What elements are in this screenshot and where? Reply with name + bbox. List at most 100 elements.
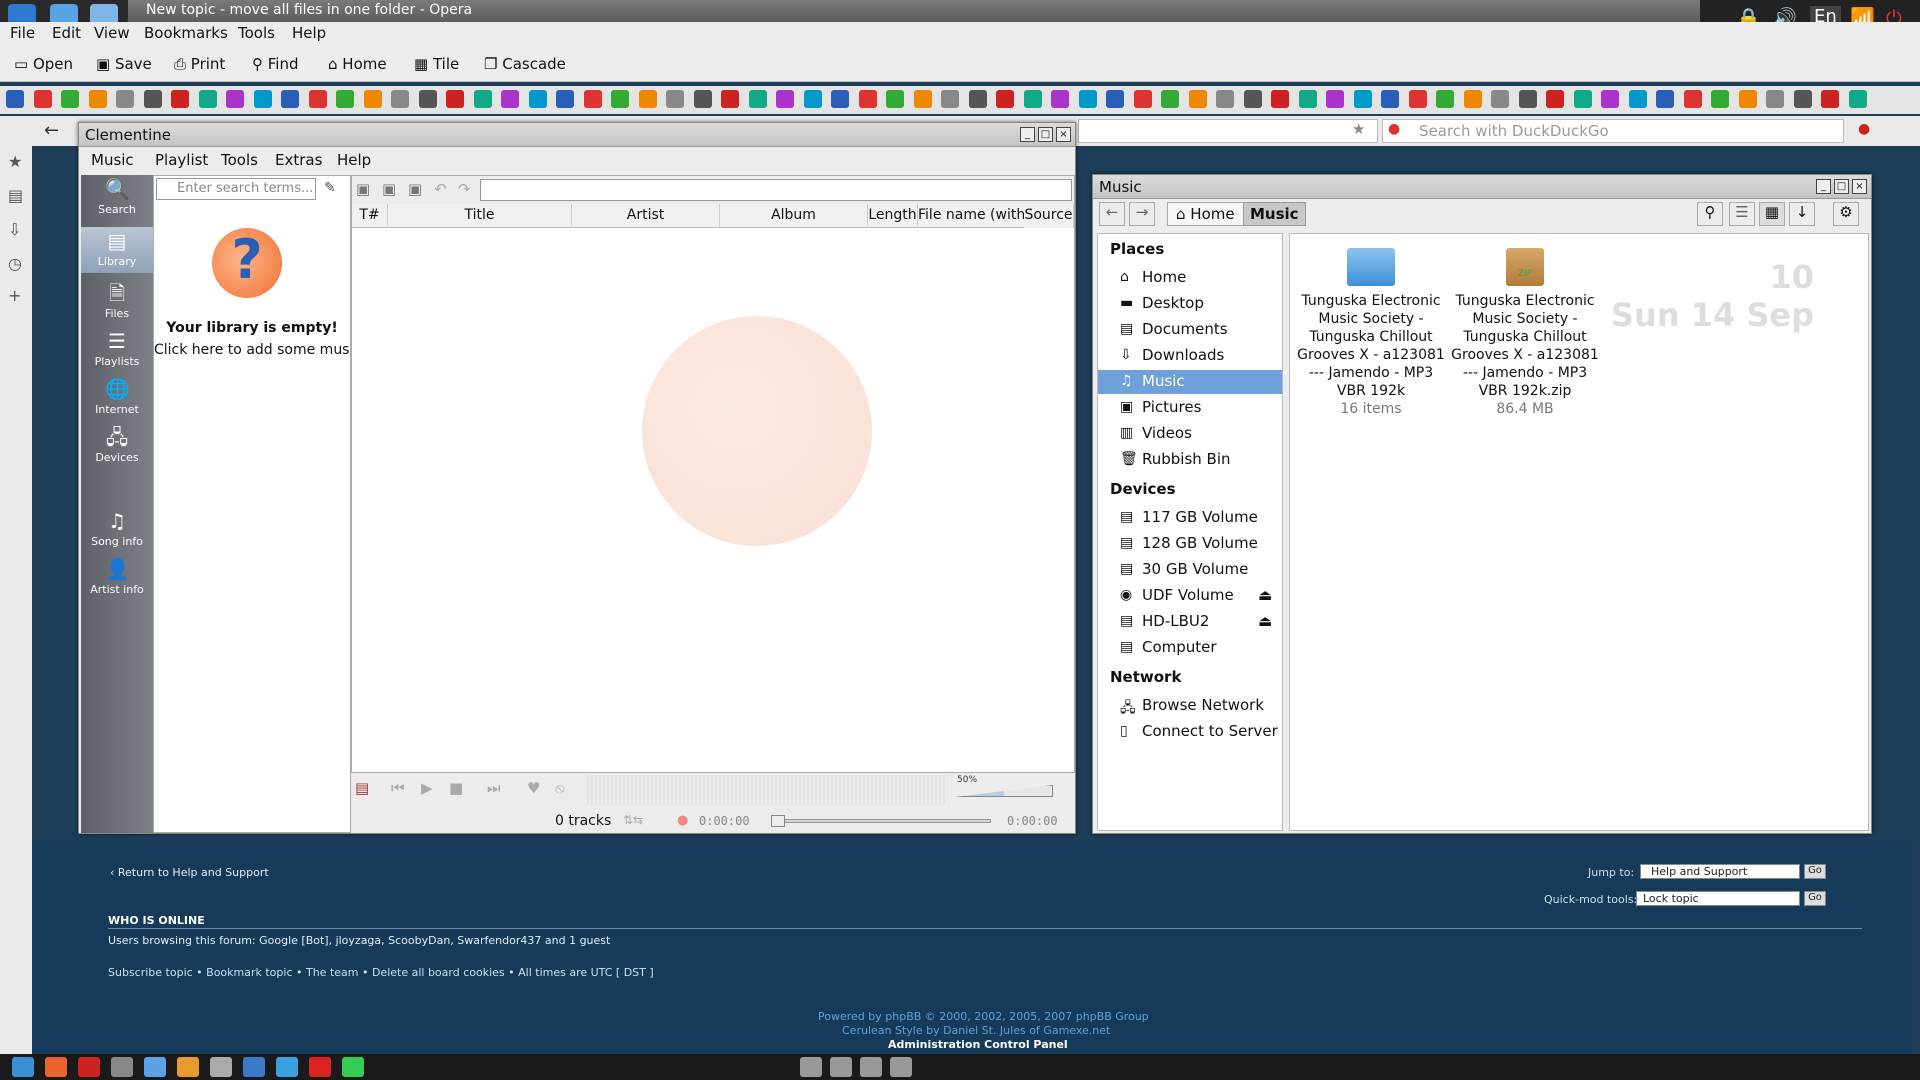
bookmark-icon[interactable] [253, 90, 272, 108]
path-home-button[interactable]: ⌂ Home [1167, 202, 1244, 226]
grid-view-icon[interactable]: ▦ [1759, 202, 1785, 226]
bookmark-icon[interactable] [198, 90, 217, 108]
shuffle-repeat-icon[interactable]: ⇅⇆ [623, 813, 643, 827]
bookmark-icon[interactable] [748, 90, 767, 108]
taskbar-app-icon[interactable] [276, 1057, 298, 1077]
clem-menu-playlist[interactable]: Playlist [155, 151, 208, 169]
bookmark-icon[interactable] [1491, 90, 1509, 108]
bookmark-icon[interactable] [116, 90, 134, 108]
bookmark-icon[interactable] [308, 90, 327, 108]
minimize-icon[interactable]: _ [1020, 127, 1035, 142]
bookmark-icon[interactable] [941, 90, 959, 108]
device-hd-lbu2[interactable]: ▤ HD-LBU2 ⏏ [1098, 610, 1282, 634]
home-button[interactable]: ⌂ Home [328, 55, 387, 73]
ban-icon[interactable]: ⦸ [555, 779, 565, 797]
bookmark-icon[interactable] [858, 90, 877, 108]
bookmark-icon[interactable] [1326, 90, 1344, 108]
bookmark-icon[interactable] [281, 90, 299, 108]
eject-icon[interactable]: ⏏ [1258, 586, 1272, 604]
undo-icon[interactable]: ↶ [434, 180, 447, 198]
transfers-panel-icon[interactable]: ⇩ [8, 220, 21, 239]
eject-icon[interactable]: ⏏ [1258, 612, 1272, 630]
taskbar-window-icon[interactable] [800, 1057, 822, 1077]
place-pictures[interactable]: ▣ Pictures [1098, 396, 1282, 420]
back-arrow-icon[interactable]: ← [1099, 202, 1125, 226]
bookmark-icon[interactable] [693, 90, 712, 108]
place-rubbish-bin[interactable]: 🗑 Rubbish Bin [1098, 448, 1282, 472]
menu-edit[interactable]: Edit [52, 24, 81, 42]
bookmark-icon[interactable] [1353, 90, 1372, 108]
bookmark-icon[interactable] [1436, 90, 1454, 108]
bookmark-icon[interactable] [1683, 90, 1702, 108]
search-field[interactable]: Search with DuckDuckGo [1382, 119, 1844, 143]
bookmark-icon[interactable] [776, 90, 794, 108]
next-icon[interactable]: ⏭ [487, 779, 501, 797]
print-button[interactable]: ⎙ Print [174, 55, 225, 73]
browse-network[interactable]: 🖧 Browse Network [1098, 694, 1282, 718]
taskbar-app-icon[interactable] [78, 1057, 100, 1077]
playlist-menu-icon[interactable]: ▤ [355, 779, 369, 797]
place-music[interactable]: ♫ Music [1098, 370, 1282, 394]
open-button[interactable]: ▭ Open [14, 55, 73, 73]
bookmark-icon[interactable] [61, 90, 79, 108]
sidebar-search[interactable]: 🔍 Search [81, 175, 153, 221]
new-playlist-icon[interactable]: ▣ [356, 180, 370, 198]
close-icon[interactable]: × [1852, 179, 1867, 194]
bookmark-icon[interactable] [583, 90, 602, 108]
sidebar-playlists[interactable]: ☰ Playlists [81, 327, 153, 373]
taskbar-app-icon[interactable] [309, 1057, 331, 1077]
menu-tools[interactable]: Tools [238, 24, 275, 42]
sidebar-artist-info[interactable]: 👤 Artist info [81, 555, 153, 601]
bookmark-icon[interactable] [556, 90, 574, 108]
sidebar-library[interactable]: ▤ Library [81, 227, 153, 273]
tile-button[interactable]: ▦ Tile [414, 55, 459, 73]
library-search-input[interactable]: Enter search terms... [156, 178, 316, 200]
bookmark-icon[interactable] [33, 90, 52, 108]
bookmark-icon[interactable] [803, 90, 822, 108]
seek-bar[interactable] [771, 819, 991, 823]
bookmark-icon[interactable] [1408, 90, 1427, 108]
gear-icon[interactable]: ⚙ [1833, 202, 1859, 226]
bookmark-icon[interactable] [1546, 90, 1564, 108]
previous-icon[interactable]: ⏮ [391, 779, 405, 797]
bookmark-icon[interactable] [528, 90, 547, 108]
bookmark-icon[interactable] [1106, 90, 1124, 108]
bookmark-icon[interactable] [1518, 90, 1537, 108]
clem-menu-tools[interactable]: Tools [221, 151, 258, 169]
device-128gb[interactable]: ▤ 128 GB Volume [1098, 532, 1282, 556]
path-music-button[interactable]: Music [1243, 202, 1306, 226]
col-track[interactable]: T# [352, 204, 388, 228]
bookmark-icon[interactable] [473, 90, 492, 108]
place-documents[interactable]: ▤ Documents [1098, 318, 1282, 342]
star-icon[interactable]: ★ [1352, 120, 1365, 138]
col-length[interactable]: Length [868, 204, 918, 228]
bookmark-icon[interactable] [1023, 90, 1042, 108]
menu-bookmarks[interactable]: Bookmarks [144, 24, 228, 42]
bookmark-icon[interactable] [1463, 90, 1482, 108]
jump-go-button[interactable]: Go [1804, 864, 1826, 879]
return-link[interactable]: ‹ Return to Help and Support [110, 866, 269, 879]
bookmark-icon[interactable] [1216, 90, 1234, 108]
taskbar-app-icon[interactable] [243, 1057, 265, 1077]
menu-help[interactable]: Help [292, 24, 326, 42]
cascade-button[interactable]: ❐ Cascade [484, 55, 566, 73]
menu-view[interactable]: View [94, 24, 130, 42]
search-settings-icon[interactable]: ✎ [324, 180, 336, 196]
back-arrow-icon[interactable]: ← [44, 120, 59, 141]
lastfm-icon[interactable]: ● [677, 813, 688, 828]
file-item-zip[interactable]: ZIP Tunguska Electronic Music Society - … [1450, 248, 1600, 418]
place-home[interactable]: ⌂ Home [1098, 266, 1282, 290]
taskbar-app-icon[interactable] [177, 1057, 199, 1077]
taskbar-app-icon[interactable] [12, 1057, 34, 1077]
taskbar-window-icon[interactable] [860, 1057, 882, 1077]
admin-panel-link[interactable]: Administration Control Panel [888, 1038, 1068, 1051]
bookmark-icon[interactable] [1573, 90, 1592, 108]
bookmark-icon[interactable] [996, 90, 1014, 108]
bookmark-icon[interactable] [336, 90, 354, 108]
load-playlist-icon[interactable]: ▣ [382, 180, 396, 198]
device-udf[interactable]: ◉ UDF Volume ⏏ [1098, 584, 1282, 608]
forward-arrow-icon[interactable]: → [1129, 202, 1155, 226]
bookmark-icon[interactable] [1078, 90, 1097, 108]
col-title[interactable]: Title [388, 204, 572, 228]
sort-down-icon[interactable]: ↓ [1789, 202, 1815, 226]
